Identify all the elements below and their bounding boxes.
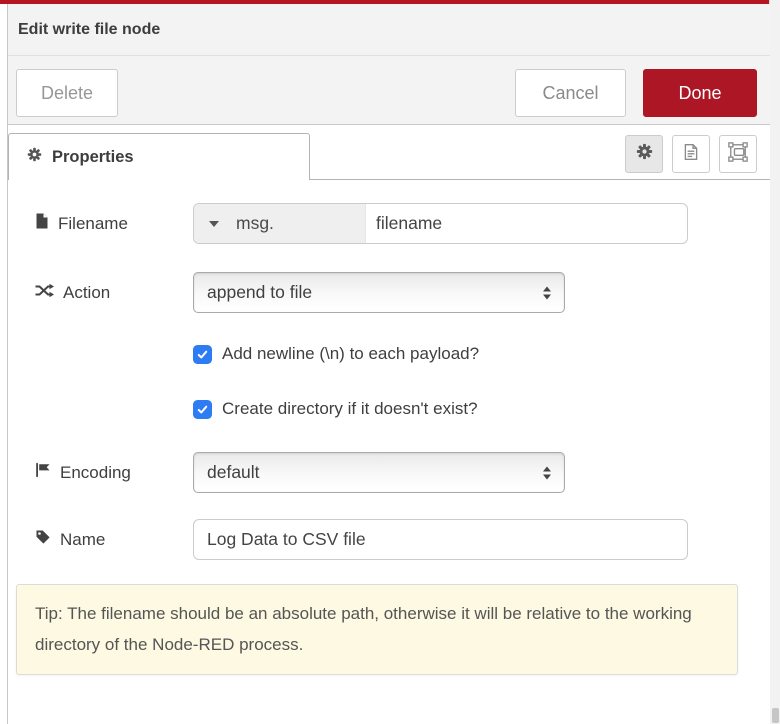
select-arrows-icon [543,286,551,299]
add-newline-label: Add newline (\n) to each payload? [222,344,479,364]
done-button[interactable]: Done [643,69,757,117]
page-scrollbar-track[interactable] [769,0,780,724]
dialog-title: Edit write file node [18,21,160,39]
doc-text-icon [682,143,700,166]
gear-icon [27,147,42,167]
encoding-select[interactable]: default [193,452,565,493]
action-select[interactable]: append to file [193,272,565,313]
encoding-select-value: default [207,462,260,483]
cancel-button[interactable]: Cancel [515,69,626,117]
filename-type-select[interactable]: msg. [194,204,366,243]
properties-icon-button[interactable] [625,135,663,173]
filename-field-label: Filename [35,203,190,244]
tray-toolbar: Delete Cancel Done [8,56,770,125]
delete-button[interactable]: Delete [16,69,118,117]
flag-icon [35,462,51,483]
checkbox-checked-icon[interactable] [193,400,212,419]
create-dir-label: Create directory if it doesn't exist? [222,399,478,419]
encoding-field-label: Encoding [35,452,190,493]
tab-properties[interactable]: Properties [8,133,310,180]
add-newline-checkbox-row[interactable]: Add newline (\n) to each payload? [193,344,479,364]
description-icon-button[interactable] [672,135,710,173]
page-scrollbar-thumb[interactable] [772,708,779,723]
appearance-icon [728,142,748,167]
appearance-icon-button[interactable] [719,135,757,173]
filename-type-label: msg. [236,213,274,234]
action-field-label: Action [35,272,190,313]
create-dir-checkbox-row[interactable]: Create directory if it doesn't exist? [193,399,478,419]
tab-bar-divider [310,179,770,180]
tag-icon [35,529,51,550]
action-select-value: append to file [207,282,312,303]
select-arrows-icon [543,466,551,479]
tab-properties-label: Properties [52,148,134,167]
filename-typed-input: msg. [193,203,688,244]
edit-node-tray: Edit write file node Delete Cancel Done … [7,4,770,724]
name-field-label: Name [35,519,190,560]
shuffle-icon [35,283,54,303]
filename-input[interactable] [366,204,687,243]
name-input[interactable] [193,519,688,560]
checkbox-checked-icon[interactable] [193,345,212,364]
tray-header: Edit write file node [8,4,770,56]
file-icon [35,213,49,234]
form-tip: Tip: The filename should be an absolute … [16,584,738,675]
chevron-down-icon [209,221,219,227]
gear-icon [636,143,653,165]
